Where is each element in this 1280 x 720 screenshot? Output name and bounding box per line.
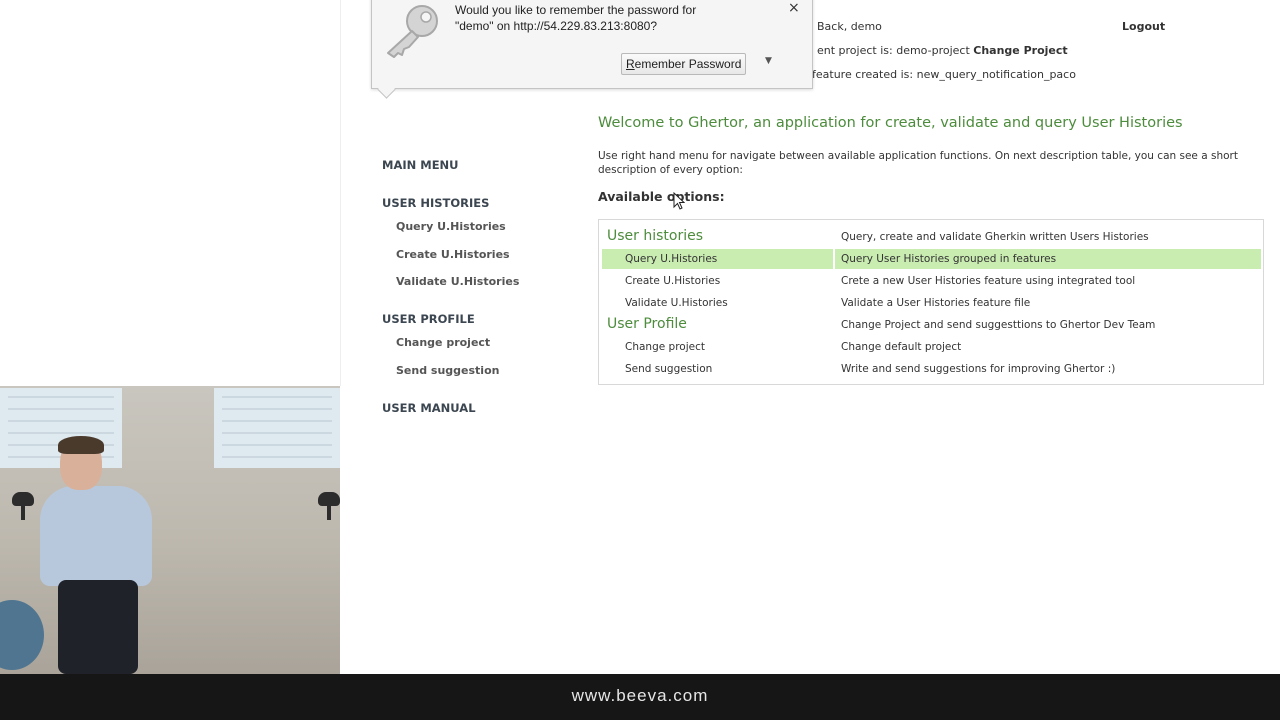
option-description: Change default project	[841, 341, 962, 353]
logout-link[interactable]: Logout	[1122, 20, 1165, 33]
table-row[interactable]: Create U.Histories Crete a new User Hist…	[599, 270, 1263, 292]
current-project-text: ent project is: demo-project Change Proj…	[817, 44, 1068, 57]
close-icon[interactable]: ×	[788, 0, 800, 16]
camera-left	[12, 492, 34, 520]
remember-password-button[interactable]: Remember Password	[621, 53, 747, 75]
sidebar-item-send-suggestion[interactable]: Send suggestion	[396, 364, 499, 377]
page-description: Use right hand menu for navigate between…	[598, 150, 1238, 176]
table-row: User Profile Change Project and send sug…	[599, 314, 1263, 336]
option-description: Crete a new User Histories feature using…	[841, 275, 1136, 287]
option-link[interactable]: Create U.Histories	[625, 275, 720, 287]
feature-created-text: feature created is: new_query_notificati…	[812, 68, 1076, 81]
change-project-link[interactable]: Change Project	[973, 44, 1067, 57]
available-options-heading: Available options:	[598, 189, 725, 204]
sidebar-main-menu[interactable]: MAIN MENU	[382, 158, 459, 172]
option-link[interactable]: Send suggestion	[625, 363, 712, 375]
option-link[interactable]: Query U.Histories	[625, 253, 717, 265]
option-description: Validate a User Histories feature file	[841, 297, 1031, 309]
key-icon	[387, 5, 438, 58]
table-row[interactable]: Send suggestion Write and send suggestio…	[599, 358, 1263, 380]
welcome-back-text: Back, demo	[817, 20, 882, 33]
sidebar-item-create[interactable]: Create U.Histories	[396, 248, 510, 261]
table-row[interactable]: Query U.Histories Query User Histories g…	[599, 248, 1263, 270]
footer-bar: www.beeva.com	[0, 674, 1280, 720]
options-table: User histories Query, create and validat…	[598, 219, 1264, 385]
sidebar-item-change-project[interactable]: Change project	[396, 336, 490, 349]
left-blank-area	[0, 0, 341, 386]
speaker-video	[0, 386, 340, 674]
mouse-cursor-icon	[673, 192, 685, 210]
projection-screen-right	[214, 388, 340, 468]
option-description: Query, create and validate Gherkin writt…	[841, 231, 1149, 243]
option-description: Change Project and send suggesttions to …	[841, 319, 1156, 331]
chevron-down-icon[interactable]: ▼	[765, 56, 772, 66]
sidebar-user-profile[interactable]: USER PROFILE	[382, 312, 475, 326]
option-description: Write and send suggestions for improving…	[841, 363, 1116, 375]
table-row[interactable]: Change project Change default project	[599, 336, 1263, 358]
option-section-label: User Profile	[607, 316, 687, 332]
option-link[interactable]: Validate U.Histories	[625, 297, 728, 309]
option-link[interactable]: Change project	[625, 341, 705, 353]
speaker-person	[40, 436, 160, 674]
sidebar-item-query[interactable]: Query U.Histories	[396, 220, 506, 233]
sidebar-user-histories[interactable]: USER HISTORIES	[382, 196, 489, 210]
option-description: Query User Histories grouped in features	[841, 253, 1057, 265]
sidebar-item-validate[interactable]: Validate U.Histories	[396, 275, 519, 288]
camera-right	[318, 492, 340, 520]
page-title: Welcome to Ghertor, an application for c…	[598, 115, 1183, 131]
table-row: User histories Query, create and validat…	[599, 226, 1263, 248]
table-row[interactable]: Validate U.Histories Validate a User His…	[599, 292, 1263, 314]
remember-password-popup: Would you like to remember the password …	[371, 0, 813, 89]
option-section-label: User histories	[607, 228, 704, 244]
footer-url: www.beeva.com	[571, 686, 709, 705]
sidebar-user-manual[interactable]: USER MANUAL	[382, 401, 476, 415]
popup-question: Would you like to remember the password …	[455, 3, 697, 33]
chair	[0, 600, 44, 670]
